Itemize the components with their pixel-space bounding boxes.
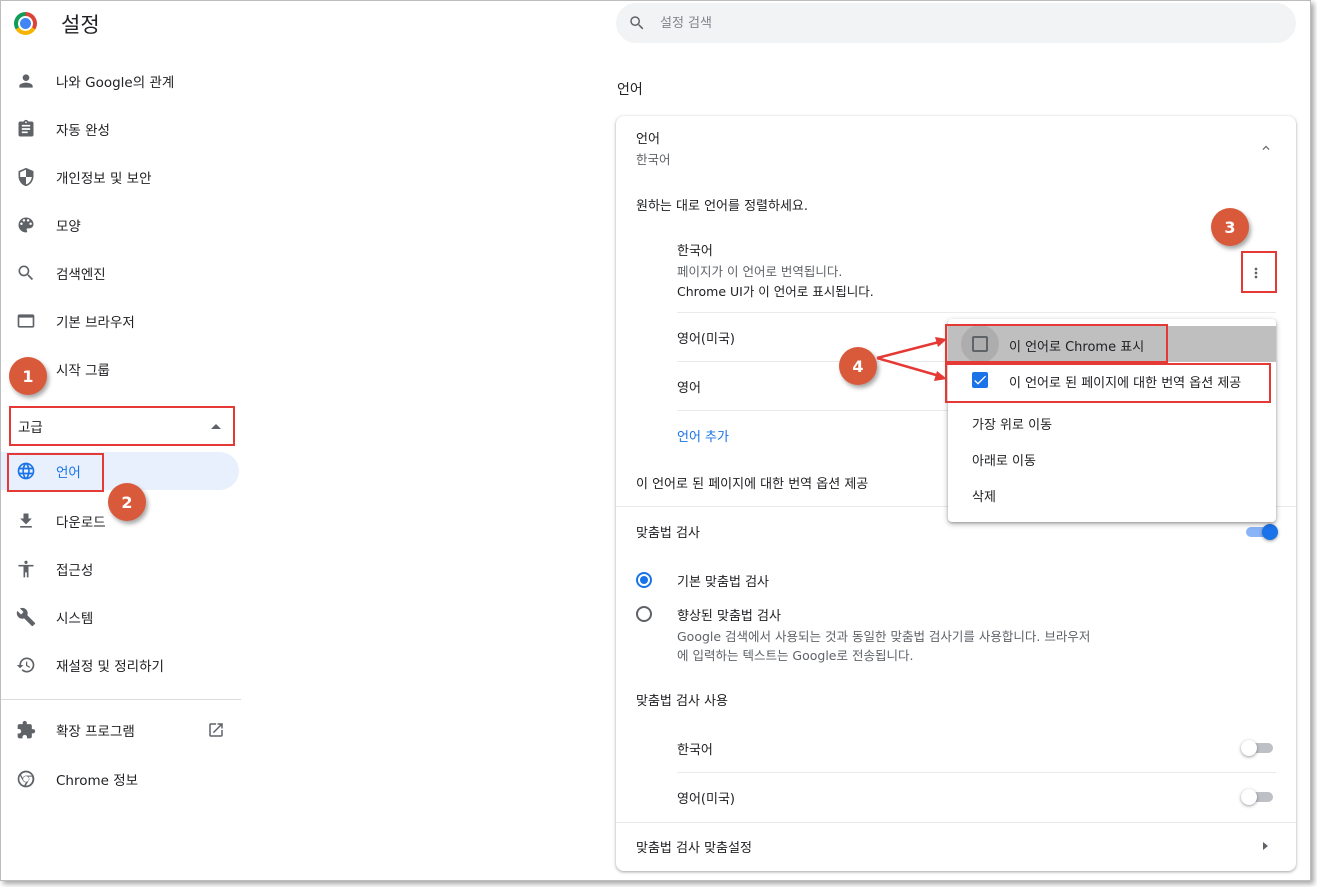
palette-icon: [15, 214, 37, 236]
caret-up-icon: [211, 424, 221, 429]
spellcheck-toggle[interactable]: [1246, 524, 1278, 540]
checkbox-checked-icon[interactable]: [972, 372, 988, 388]
step-badge: 1: [9, 357, 47, 395]
sidebar-item-google-account[interactable]: 나와 Google의 관계: [1, 62, 239, 100]
enhanced-spellcheck-description: 에 입력하는 텍스트는 Google로 전송됩니다.: [677, 648, 914, 663]
search-icon: [15, 262, 37, 284]
sidebar-item-label: 재설정 및 정리하기: [56, 659, 164, 675]
basic-spellcheck-label: 기본 맞춤법 검사: [677, 575, 769, 590]
enhanced-spellcheck-label: 향상된 맞춤법 검사: [677, 609, 781, 624]
languages-panel-title: 언어: [636, 132, 660, 147]
sidebar-item-about-chrome[interactable]: Chrome 정보: [1, 760, 239, 798]
spellcheck-languages-title: 맞춤법 검사 사용: [636, 694, 728, 709]
menu-item-offer-translate[interactable]: 이 언어로 된 페이지에 대한 번역 옵션 제공: [948, 362, 1276, 398]
chevron-up-icon[interactable]: [1259, 140, 1273, 154]
menu-item-label: 아래로 이동: [972, 454, 1036, 469]
divider: [677, 772, 1276, 773]
spellcheck-title: 맞춤법 검사: [636, 526, 700, 541]
shield-icon: [15, 166, 37, 188]
accessibility-icon: [15, 558, 37, 580]
sidebar-item-label: 자동 완성: [56, 123, 110, 139]
language-name: 영어(미국): [677, 332, 735, 347]
download-icon: [15, 510, 37, 532]
advanced-toggle[interactable]: 고급: [9, 406, 235, 446]
sidebar-item-search-engine[interactable]: 검색엔진: [1, 254, 239, 292]
puzzle-icon: [15, 719, 37, 741]
spellcheck-korean-toggle[interactable]: [1241, 740, 1275, 756]
menu-item-display-chrome[interactable]: 이 언어로 Chrome 표시: [948, 325, 1276, 363]
basic-spellcheck-radio[interactable]: [636, 572, 652, 588]
sidebar-item-label: 개인정보 및 보안: [56, 171, 152, 187]
step-badge: 2: [108, 483, 146, 521]
sidebar-item-reset[interactable]: 재설정 및 정리하기: [1, 646, 239, 684]
menu-item-move-down[interactable]: 아래로 이동: [948, 440, 1276, 476]
language-order-instruction: 원하는 대로 언어를 정렬하세요.: [636, 199, 809, 214]
menu-item-label: 가장 위로 이동: [972, 418, 1053, 433]
step-badge: 3: [1211, 208, 1249, 246]
sidebar-item-label: Chrome 정보: [56, 773, 139, 789]
menu-item-label: 이 언어로 된 페이지에 대한 번역 옵션 제공: [1009, 376, 1242, 391]
menu-item-remove[interactable]: 삭제: [948, 476, 1276, 512]
annotation-arrows: [876, 337, 947, 381]
divider: [677, 312, 1276, 313]
sidebar-item-system[interactable]: 시스템: [1, 598, 239, 636]
search-icon: [628, 14, 646, 32]
settings-search[interactable]: [616, 3, 1296, 43]
globe-icon: [15, 460, 37, 482]
sidebar-item-label: 검색엔진: [56, 267, 106, 283]
language-name: 한국어: [677, 244, 713, 259]
divider: [616, 822, 1296, 823]
language-name: 영어: [677, 381, 701, 396]
sidebar-item-accessibility[interactable]: 접근성: [1, 550, 239, 588]
sidebar-item-autofill[interactable]: 자동 완성: [1, 110, 239, 148]
sidebar-item-label: 나와 Google의 관계: [56, 75, 175, 91]
search-input[interactable]: [660, 15, 1220, 31]
more-vert-icon[interactable]: [1246, 263, 1266, 283]
person-icon: [15, 70, 37, 92]
checkbox-unchecked-icon[interactable]: [972, 336, 988, 352]
restore-icon: [15, 654, 37, 676]
sidebar-item-label: 언어: [56, 465, 81, 481]
advanced-label: 고급: [18, 420, 43, 436]
menu-item-label: 이 언어로 Chrome 표시: [1009, 340, 1145, 355]
enhanced-spellcheck-radio[interactable]: [636, 606, 652, 622]
clipboard-icon: [15, 118, 37, 140]
sidebar-item-extensions[interactable]: 확장 프로그램: [1, 711, 239, 749]
sidebar-item-label: 확장 프로그램: [56, 724, 135, 740]
chrome-logo-icon: [14, 12, 37, 35]
language-note: 페이지가 이 언어로 번역됩니다.: [677, 264, 843, 279]
sidebar-item-label: 시작 그룹: [56, 363, 110, 379]
sidebar-item-privacy[interactable]: 개인정보 및 보안: [1, 158, 239, 196]
enhanced-spellcheck-description: Google 검색에서 사용되는 것과 동일한 맞춤법 검사기를 사용합니다. …: [677, 629, 1091, 644]
chevron-right-icon[interactable]: [1263, 842, 1268, 850]
settings-window: 설정 나와 Google의 관계 자동 완성 개인정보 및 보안 모양 검색엔진…: [0, 0, 1311, 881]
chrome-icon: [15, 768, 37, 790]
sidebar-item-label: 시스템: [56, 611, 94, 627]
sidebar-item-label: 모양: [56, 219, 81, 235]
section-title: 언어: [617, 82, 643, 98]
open-in-new-icon: [207, 721, 225, 739]
language-note: Chrome UI가 이 언어로 표시됩니다.: [677, 284, 874, 299]
language-context-menu: 이 언어로 Chrome 표시 이 언어로 된 페이지에 대한 번역 옵션 제공…: [948, 319, 1276, 522]
menu-item-move-to-top[interactable]: 가장 위로 이동: [948, 404, 1276, 440]
spellcheck-language-name: 영어(미국): [677, 792, 735, 807]
current-language: 한국어: [636, 152, 671, 167]
offer-translate-label: 이 언어로 된 페이지에 대한 번역 옵션 제공: [636, 477, 869, 492]
page-title: 설정: [61, 13, 100, 37]
wrench-icon: [15, 606, 37, 628]
sidebar-item-appearance[interactable]: 모양: [1, 206, 239, 244]
sidebar-item-label: 접근성: [56, 563, 94, 579]
browser-icon: [15, 310, 37, 332]
add-language-link[interactable]: 언어 추가: [677, 426, 729, 445]
customize-spellcheck-row[interactable]: 맞춤법 검사 맞춤설정: [636, 837, 752, 856]
spellcheck-english-us-toggle[interactable]: [1241, 789, 1275, 805]
sidebar-item-default-browser[interactable]: 기본 브라우저: [1, 302, 239, 340]
sidebar-item-label: 다운로드: [56, 515, 106, 531]
menu-item-label: 삭제: [972, 490, 996, 505]
sidebar-divider: [1, 699, 241, 700]
sidebar-item-label: 기본 브라우저: [56, 315, 135, 331]
spellcheck-language-name: 한국어: [677, 743, 713, 758]
